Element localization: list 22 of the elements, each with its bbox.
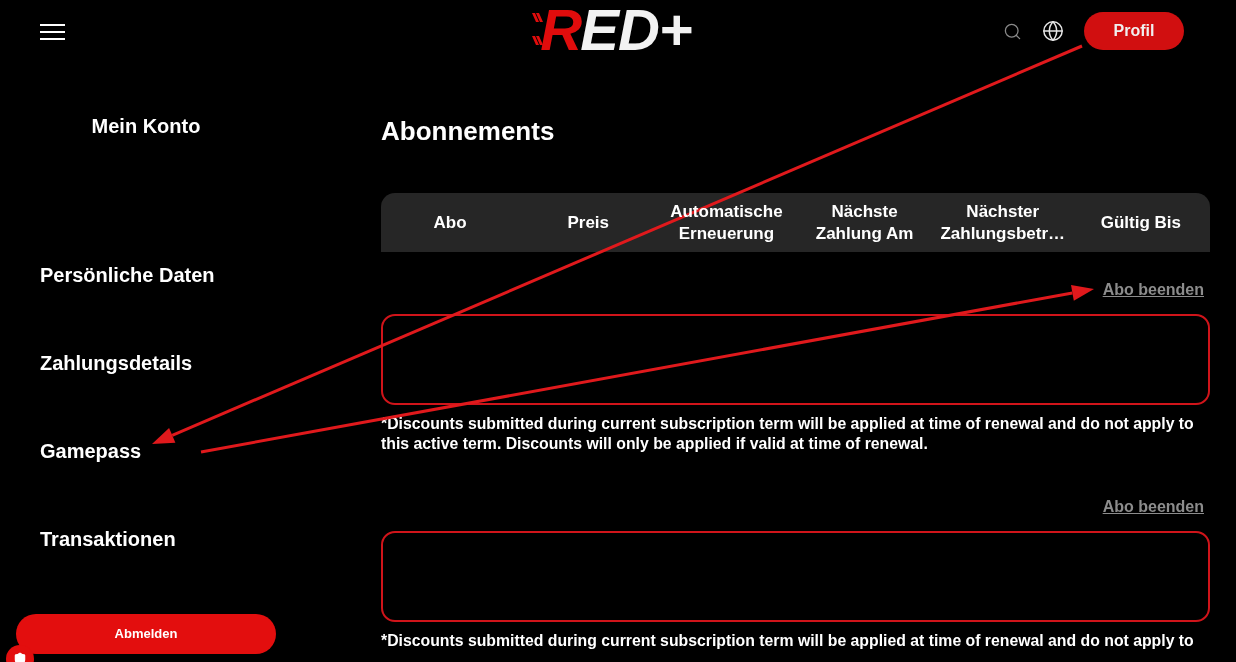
sidebar-link[interactable]: Zahlungsdetails	[40, 351, 193, 375]
shield-icon[interactable]	[6, 645, 34, 662]
column-header: Preis	[566, 211, 611, 234]
sidebar-link[interactable]: Persönliche Daten	[40, 263, 215, 287]
sidebar-link[interactable]: Gamepass	[40, 439, 142, 463]
logo[interactable]: RED+	[530, 4, 692, 56]
sidebar-link[interactable]: Transaktionen	[40, 527, 176, 551]
column-header: Nächste Zahlung Am	[814, 200, 915, 245]
column-header: Abo	[432, 211, 468, 234]
discount-note: *Discounts submitted during current subscription term will be applied at time of renewal and do not apply to this active term. Discounts will only be applied if valid at time of renewal.	[381, 414, 1195, 454]
globe-icon[interactable]	[1042, 20, 1064, 42]
column-header: Nächster Zahlungsbetr…	[939, 200, 1067, 245]
sidebar-title: Mein Konto	[91, 114, 201, 138]
menu-icon[interactable]	[40, 24, 65, 40]
discount-note: *Discounts submitted during current subscription term will be applied at time of renewal and do not apply to	[381, 631, 1195, 651]
logout-button[interactable]: Abmelden	[16, 614, 276, 654]
cancel-subscription-link[interactable]: Abo beenden	[1102, 497, 1204, 517]
search-icon[interactable]	[1003, 21, 1022, 41]
profile-button[interactable]: Profil	[1084, 12, 1184, 50]
page-title: Abonnements	[381, 117, 556, 145]
column-header: Gültig Bis	[1099, 211, 1183, 234]
cancel-subscription-link[interactable]: Abo beenden	[1102, 280, 1204, 300]
